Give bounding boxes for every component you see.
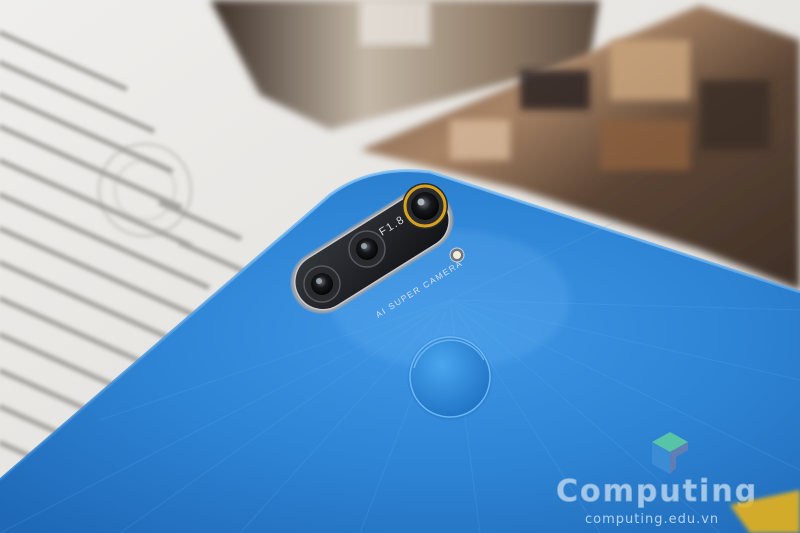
watermark-brand: Computing (556, 474, 758, 509)
watermark-url: computing.edu.vn (585, 512, 719, 527)
photo-canvas: F1.8 AI SUPER CAMERA Computing computing… (0, 0, 800, 533)
tertiary-camera-lens (303, 265, 341, 303)
photo-scene: F1.8 AI SUPER CAMERA Computing computing… (0, 0, 800, 533)
main-camera-lens (402, 183, 448, 229)
fingerprint-sensor (408, 336, 492, 420)
secondary-camera-lens (348, 230, 386, 268)
